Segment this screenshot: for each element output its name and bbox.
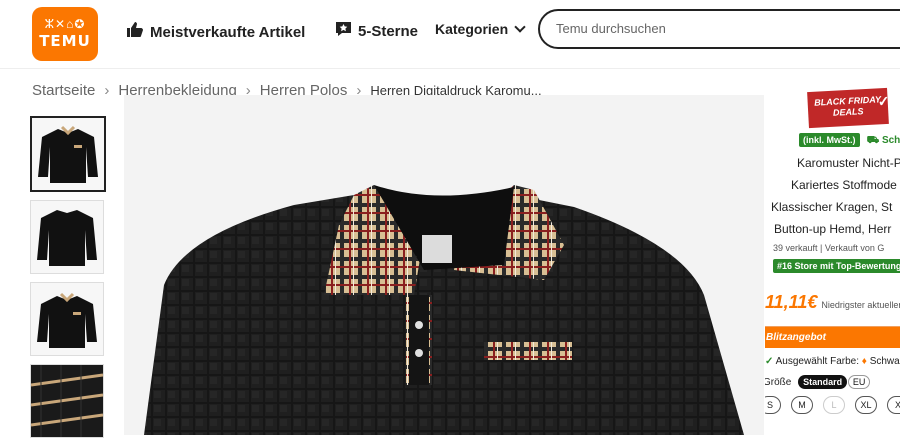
color-value: Schwa <box>869 356 900 367</box>
size-option-m[interactable]: M <box>791 396 813 414</box>
temu-logo[interactable]: ⵣ✕⌂✪ TEMU <box>32 7 98 61</box>
size-option-xl[interactable]: XL <box>855 396 877 414</box>
color-row: ✓ Ausgewählt Farbe: ♦ Schwa <box>765 356 900 367</box>
product-title-line: Klassischer Kragen, St <box>771 200 893 214</box>
flash-deal-box: Blitzangebot ✓ Ausgewählt Farbe: ♦ Schwa… <box>765 326 900 430</box>
thumbnail-3[interactable] <box>30 282 104 356</box>
nav-bestsellers[interactable]: Meistverkaufte Artikel <box>126 21 305 43</box>
logo-text: TEMU <box>39 32 91 50</box>
size-option-s[interactable]: S <box>765 396 781 414</box>
product-title-line: Button-up Hemd, Herr <box>774 222 892 236</box>
size-option-l[interactable]: L <box>823 396 845 414</box>
breadcrumb-home[interactable]: Startseite <box>32 82 95 99</box>
nav-categories[interactable]: Kategorien <box>435 21 526 37</box>
price-note: Niedrigster aktueller P <box>821 300 900 310</box>
sales-seller-row: 39 verkauft | Verkauft von G <box>773 243 885 253</box>
size-option-x[interactable]: X <box>887 396 900 414</box>
size-label: Größe <box>765 377 792 388</box>
seller-link[interactable]: Verkauft von G <box>825 243 885 253</box>
thumbnail-2[interactable] <box>30 200 104 274</box>
nav-bestsellers-label: Meistverkaufte Artikel <box>150 23 306 41</box>
nav-five-star-label: 5-Sterne <box>358 23 419 40</box>
flame-icon: ♦ <box>861 356 867 367</box>
store-rank-row: #16 Store mit Top-Bewertung <box>773 259 900 273</box>
shipping-label: ⛟ Schn <box>867 135 900 146</box>
nav-categories-label: Kategorien <box>435 21 509 37</box>
star-chat-icon <box>335 21 352 42</box>
size-row: Größe Standard EU <box>765 375 900 389</box>
sold-count: 39 verkauft <box>773 243 818 253</box>
product-info-panel: BLACK FRIDAY DEALS ✓ (inkl. MwSt.) ⛟ Sch… <box>765 0 900 430</box>
thumbnail-1[interactable] <box>30 116 106 192</box>
price-row: 11,11€Niedrigster aktueller P <box>765 292 900 313</box>
product-title-line: Karomuster Nicht-P <box>797 156 900 170</box>
store-rank-badge: #16 Store mit Top-Bewertung <box>773 259 900 273</box>
shipping-text: Schn <box>881 135 900 146</box>
color-label: Ausgewählt Farbe: <box>775 356 860 367</box>
flash-deal-title: Blitzangebot <box>765 327 900 348</box>
tax-badge: (inkl. MwSt.) <box>799 133 860 147</box>
product-title: Karomuster Nicht-P Kariertes Stoffmode K… <box>771 152 900 240</box>
breadcrumb-separator: › <box>104 82 110 99</box>
black-friday-label: BLACK FRIDAY DEALS <box>813 94 882 118</box>
size-standard-toggle[interactable]: Standard <box>798 375 848 389</box>
price: 11,11€ <box>765 292 818 312</box>
product-title-line: Kariertes Stoffmode <box>791 178 897 192</box>
check-icon: ✓ <box>877 92 890 110</box>
nav-five-star[interactable]: 5-Sterne <box>335 21 418 42</box>
chevron-down-icon <box>514 21 526 33</box>
size-options: S M L XL X <box>765 396 900 414</box>
tax-shipping-row: (inkl. MwSt.) ⛟ Schn <box>799 133 900 148</box>
thumbnail-4[interactable] <box>30 364 104 438</box>
thumbs-up-icon <box>126 21 144 43</box>
logo-icons: ⵣ✕⌂✪ <box>44 17 86 31</box>
size-region-toggle[interactable]: EU <box>847 375 871 389</box>
thumbnail-list <box>30 116 106 446</box>
main-product-image[interactable] <box>124 95 764 435</box>
black-friday-badge: BLACK FRIDAY DEALS ✓ <box>807 87 890 129</box>
check-icon: ✓ <box>765 356 774 367</box>
truck-icon: ⛟ <box>866 135 880 146</box>
